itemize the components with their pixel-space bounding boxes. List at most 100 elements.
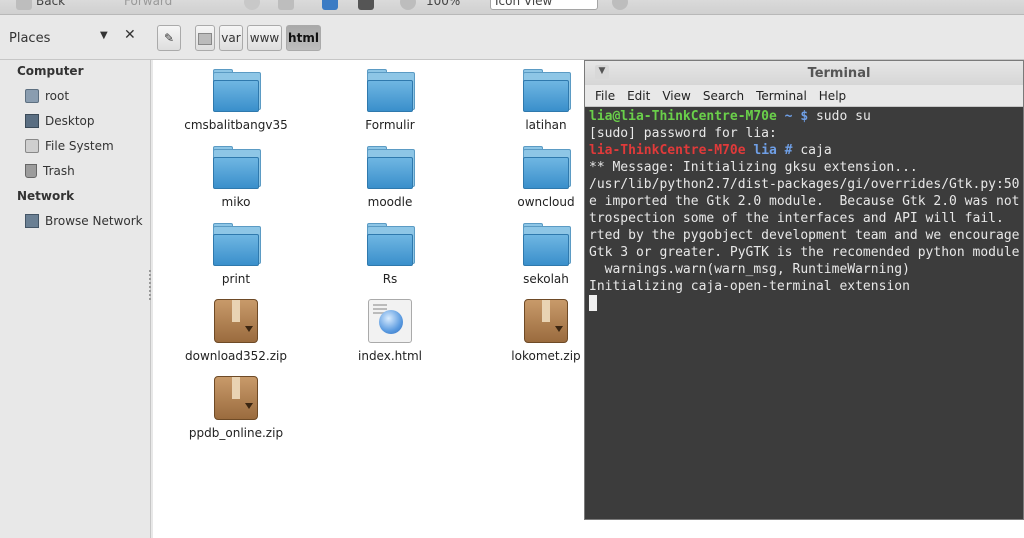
back-arrow-icon[interactable]: [16, 0, 32, 10]
computer-icon[interactable]: [358, 0, 374, 10]
file-item[interactable]: print: [166, 223, 306, 286]
file-name: moodle: [367, 195, 413, 209]
archive-icon: [214, 299, 258, 343]
view-mode-select[interactable]: Icon View: [490, 0, 598, 10]
main-toolbar: Back Forward 100% Icon View: [0, 0, 1024, 15]
zoom-out-icon[interactable]: [400, 0, 416, 10]
drive-icon: [25, 139, 39, 153]
menu-terminal[interactable]: Terminal: [750, 85, 813, 106]
file-item[interactable]: Formulir: [320, 69, 460, 132]
file-name: ppdb_online.zip: [188, 426, 284, 440]
network-icon: [25, 214, 39, 228]
terminal-line: ** Message: Initializing gksu extension.…: [589, 160, 918, 175]
folder-icon: [213, 69, 261, 112]
path-segment-html[interactable]: html: [286, 25, 321, 51]
sidebar-item-label: File System: [45, 139, 114, 153]
prompt-path: lia #: [745, 143, 793, 158]
sidebar-item-label: Trash: [43, 164, 75, 178]
prompt-root-host: lia-ThinkCentre-M70e: [589, 143, 746, 158]
folder-icon: [367, 146, 415, 189]
sidebar-item-label: root: [45, 89, 70, 103]
terminal-line: lia@lia-ThinkCentre-M70e ~ $ sudo su: [589, 108, 1023, 125]
forward-button[interactable]: Forward: [124, 0, 172, 8]
terminal-cursor: [589, 295, 597, 311]
file-item[interactable]: cmsbalitbangv35: [166, 69, 306, 132]
menu-view[interactable]: View: [656, 85, 696, 106]
home-folder-icon: [25, 89, 39, 103]
path-root-button[interactable]: [195, 25, 215, 51]
file-name: Rs: [382, 272, 398, 286]
file-item[interactable]: download352.zip: [166, 299, 306, 363]
file-name: index.html: [358, 349, 422, 363]
terminal-line: Initializing caja-open-terminal extensio…: [589, 279, 910, 294]
folder-icon: [213, 146, 261, 189]
terminal-line: trospection some of the interfaces and A…: [589, 211, 1004, 226]
home-icon[interactable]: [322, 0, 338, 10]
folder-icon: [523, 146, 571, 189]
menu-edit[interactable]: Edit: [621, 85, 656, 106]
file-name: print: [221, 272, 251, 286]
reload-icon[interactable]: [278, 0, 294, 10]
folder-icon: [367, 223, 415, 266]
terminal-line: e imported the Gtk 2.0 module. Because G…: [589, 194, 1020, 209]
close-sidebar-icon[interactable]: ✕: [124, 27, 136, 43]
desktop-icon: [25, 114, 39, 128]
terminal-output[interactable]: lia@lia-ThinkCentre-M70e ~ $ sudo su [sud…: [589, 108, 1023, 519]
pencil-icon: ✎: [163, 31, 175, 45]
file-item[interactable]: index.html: [320, 299, 460, 363]
drive-icon: [198, 33, 212, 45]
location-bar: Places ▼ ✕ ✎ var www html: [0, 15, 1024, 60]
menu-search[interactable]: Search: [697, 85, 750, 106]
toggle-location-entry-button[interactable]: ✎: [157, 25, 181, 51]
menu-help[interactable]: Help: [813, 85, 852, 106]
file-item[interactable]: Rs: [320, 223, 460, 286]
archive-icon: [524, 299, 568, 343]
folder-icon: [213, 223, 261, 266]
search-icon[interactable]: [612, 0, 628, 10]
sidebar-section-computer: Computer: [17, 64, 84, 78]
sidebar-resize-handle[interactable]: [149, 270, 151, 300]
sidebar-item-browse-network[interactable]: Browse Network: [25, 211, 143, 231]
file-item[interactable]: ppdb_online.zip: [166, 376, 306, 440]
menu-file[interactable]: File: [589, 85, 621, 106]
terminal-line: Gtk 3 or greater. PyGTK is the recomende…: [589, 245, 1020, 260]
file-item[interactable]: moodle: [320, 146, 460, 209]
sidebar-item-root[interactable]: root: [25, 86, 69, 106]
file-item[interactable]: miko: [166, 146, 306, 209]
prompt-path: ~ $: [776, 109, 809, 124]
file-name: Formulir: [365, 118, 415, 132]
folder-icon: [523, 69, 571, 112]
folder-icon: [367, 69, 415, 112]
terminal-line: /usr/lib/python2.7/dist-packages/gi/over…: [589, 177, 1020, 192]
terminal-title: Terminal: [807, 66, 871, 81]
stop-icon[interactable]: [244, 0, 260, 10]
file-name: miko: [221, 195, 251, 209]
html-document-icon: [368, 299, 412, 343]
sidebar-item-label: Browse Network: [45, 214, 143, 228]
sidebar: Computer root Desktop File System Trash …: [0, 60, 151, 538]
sidebar-item-trash[interactable]: Trash: [25, 161, 75, 181]
zoom-level: 100%: [426, 0, 461, 8]
path-segment-www[interactable]: www: [247, 25, 282, 51]
prompt-command: caja: [792, 143, 832, 158]
sidebar-section-network: Network: [17, 189, 75, 203]
terminal-titlebar[interactable]: ▼ Terminal: [585, 61, 1023, 86]
sidebar-item-desktop[interactable]: Desktop: [25, 111, 95, 131]
terminal-line: rted by the pygobject development team a…: [589, 228, 1020, 243]
terminal-line: lia-ThinkCentre-M70e lia # caja: [589, 142, 1023, 159]
prompt-user-host: lia@lia-ThinkCentre-M70e: [589, 109, 777, 124]
chevron-down-icon[interactable]: ▼: [100, 30, 108, 41]
terminal-window[interactable]: ▼ Terminal File Edit View Search Termina…: [584, 60, 1024, 520]
folder-icon: [523, 223, 571, 266]
file-name: download352.zip: [185, 349, 287, 363]
sidebar-item-label: Desktop: [45, 114, 95, 128]
back-button[interactable]: Back: [36, 0, 65, 8]
terminal-line: [589, 295, 1023, 312]
archive-icon: [214, 376, 258, 420]
terminal-line: [sudo] password for lia:: [589, 126, 777, 141]
sidebar-item-file-system[interactable]: File System: [25, 136, 114, 156]
places-dropdown-label[interactable]: Places: [9, 31, 50, 46]
terminal-menubar: File Edit View Search Terminal Help: [585, 85, 1023, 107]
path-segment-var[interactable]: var: [219, 25, 243, 51]
prompt-command: sudo su: [808, 109, 871, 124]
